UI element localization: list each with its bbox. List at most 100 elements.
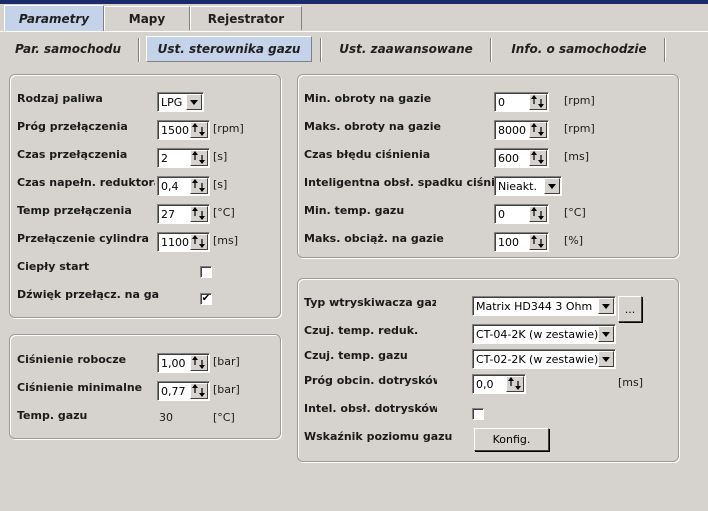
spin-arrows-icon[interactable] (529, 234, 547, 250)
cylinder-switch-spinner[interactable]: 1100 (157, 232, 210, 252)
spin-arrows-icon[interactable] (529, 206, 547, 222)
min-gas-temp-spinner[interactable]: 0 (494, 204, 549, 224)
extra-inj-threshold-label: Próg obcin. dotrysków (304, 374, 437, 387)
max-rpm-spinner[interactable]: 8000 (494, 120, 549, 140)
spin-arrows-icon[interactable] (190, 178, 208, 194)
reducer-fill-label: Czas napełn. reduktora (17, 176, 155, 189)
warm-start-checkbox[interactable] (200, 266, 212, 278)
min-gas-temp-unit: [°C] (564, 206, 586, 219)
reducer-fill-spinner[interactable]: 0,4 (157, 176, 210, 196)
working-pressure-spinner[interactable]: 1,00 (157, 353, 210, 373)
injector-more-button[interactable]: ... (618, 296, 642, 322)
subtab-gas-controller[interactable]: Ust. sterownika gazu (146, 36, 312, 62)
min-pressure-label: Ciśnienie minimalne (17, 381, 143, 394)
extra-inj-threshold-spinner[interactable]: 0,0 (472, 374, 526, 394)
reducer-sensor-label: Czuj. temp. reduk. (304, 324, 419, 337)
injector-type-select[interactable]: Matrix HD344 3 Ohm (472, 296, 616, 316)
injector-type-label: Typ wtryskiwacza gazu (304, 296, 436, 309)
extra-inj-threshold-value: 0,0 (476, 378, 494, 391)
max-rpm-unit: [rpm] (564, 122, 595, 135)
min-rpm-spinner[interactable]: 0 (494, 92, 549, 112)
pressure-error-value: 600 (498, 152, 519, 165)
smart-drop-label: Inteligentna obsł. spadku ciśnienia (304, 176, 494, 189)
gas-level-config-button[interactable]: Konfig. (474, 428, 549, 451)
switch-sound-checkbox[interactable]: ✔ (200, 293, 212, 305)
main-tab-bar: Parametry Mapy Rejestrator (0, 5, 708, 32)
gas-temp-value: 30 (159, 411, 173, 424)
gas-sensor-select[interactable]: CT-02-2K (w zestawie) (472, 349, 616, 369)
gas-temp-label: Temp. gazu (17, 409, 88, 422)
switch-sound-label: Dźwięk przełącz. na gaz (17, 288, 159, 301)
min-pressure-unit: [bar] (213, 383, 240, 396)
switch-threshold-spinner[interactable]: 1500 (157, 120, 210, 140)
min-pressure-spinner[interactable]: 0,77 (157, 381, 210, 401)
min-rpm-value: 0 (498, 96, 505, 109)
spin-arrows-icon[interactable] (190, 355, 208, 371)
subtab-separator (490, 38, 492, 62)
switch-time-value: 2 (161, 152, 168, 165)
smart-drop-select[interactable]: Nieakt. (494, 176, 562, 196)
spin-arrows-icon[interactable] (190, 383, 208, 399)
tab-parametry[interactable]: Parametry (4, 5, 104, 32)
switch-temp-value: 27 (161, 208, 175, 221)
pressure-error-spinner[interactable]: 600 (494, 148, 549, 168)
switch-time-spinner[interactable]: 2 (157, 148, 210, 168)
switch-threshold-unit: [rpm] (213, 122, 244, 135)
subtab-gas-controller-label: Ust. sterownika gazu (157, 42, 301, 56)
config-button-label: Konfig. (492, 433, 531, 446)
switch-temp-spinner[interactable]: 27 (157, 204, 210, 224)
working-pressure-value: 1,00 (161, 357, 186, 370)
min-rpm-label: Min. obroty na gazie (304, 92, 432, 105)
ellipsis-icon: ... (624, 302, 636, 316)
subtab-advanced[interactable]: Ust. zaawansowane (326, 36, 486, 62)
warm-start-label: Ciepły start (17, 260, 90, 273)
switch-threshold-value: 1500 (161, 124, 189, 137)
subtab-separator (320, 38, 322, 62)
chevron-down-icon[interactable] (544, 178, 560, 194)
subtab-car-params-label: Par. samochodu (14, 42, 122, 56)
window-top-border (0, 0, 708, 4)
gas-temp-unit: [°C] (213, 411, 235, 424)
injector-type-value: Matrix HD344 3 Ohm (476, 300, 593, 313)
spin-arrows-icon[interactable] (190, 206, 208, 222)
spin-arrows-icon[interactable] (190, 234, 208, 250)
subtab-car-info[interactable]: Info. o samochodzie (496, 36, 662, 62)
working-pressure-unit: [bar] (213, 355, 240, 368)
min-pressure-value: 0,77 (161, 385, 186, 398)
switch-time-unit: [s] (213, 150, 228, 163)
spin-arrows-icon[interactable] (506, 376, 524, 392)
spin-arrows-icon[interactable] (529, 94, 547, 110)
min-gas-temp-value: 0 (498, 208, 505, 221)
chevron-down-icon[interactable] (598, 298, 614, 314)
min-rpm-unit: [rpm] (564, 94, 595, 107)
check-mark-icon: ✔ (201, 293, 211, 304)
smart-extra-inj-checkbox[interactable] (472, 408, 484, 420)
main-tab-divider (0, 31, 708, 32)
chevron-down-icon[interactable] (598, 326, 614, 342)
switch-temp-label: Temp przełączenia (17, 204, 132, 217)
working-pressure-label: Ciśnienie robocze (17, 353, 127, 366)
max-rpm-value: 8000 (498, 124, 526, 137)
max-rpm-label: Maks. obroty na gazie (304, 120, 441, 133)
chevron-down-icon[interactable] (598, 351, 614, 367)
sub-tab-bar: Par. samochodu Ust. sterownika gazu Ust.… (0, 36, 708, 62)
fuel-type-value: LPG (161, 96, 183, 109)
spin-arrows-icon[interactable] (190, 150, 208, 166)
reducer-fill-unit: [s] (213, 178, 228, 191)
reducer-sensor-select[interactable]: CT-04-2K (w zestawie) (472, 324, 616, 344)
chevron-down-icon[interactable] (186, 94, 202, 110)
fuel-type-select[interactable]: LPG (157, 92, 204, 112)
switch-temp-unit: [°C] (213, 206, 235, 219)
tab-rejestrator[interactable]: Rejestrator (190, 6, 302, 30)
cylinder-switch-unit: [ms] (213, 234, 239, 247)
subtab-separator (664, 38, 666, 62)
subtab-advanced-label: Ust. zaawansowane (339, 42, 473, 56)
spin-arrows-icon[interactable] (529, 122, 547, 138)
subtab-car-params[interactable]: Par. samochodu (6, 36, 130, 62)
tab-mapy[interactable]: Mapy (104, 6, 190, 30)
smart-drop-value: Nieakt. (498, 180, 537, 193)
spin-arrows-icon[interactable] (529, 150, 547, 166)
switch-settings-panel (9, 74, 281, 318)
spin-arrows-icon[interactable] (190, 122, 208, 138)
max-load-spinner[interactable]: 100 (494, 232, 549, 252)
